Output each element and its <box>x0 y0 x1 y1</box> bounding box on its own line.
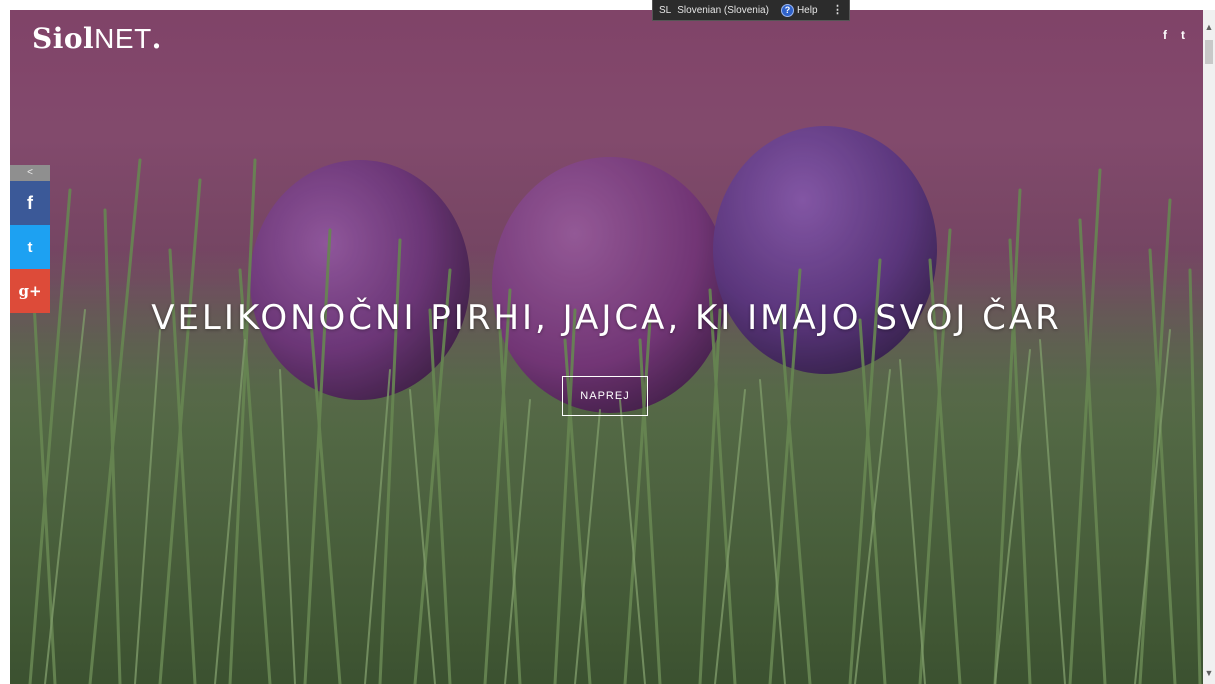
language-toolbar[interactable]: SL Slovenian (Slovenia) ? Help ⋮ <box>652 0 850 21</box>
facebook-icon: f <box>27 192 33 213</box>
twitter-icon[interactable]: t <box>1181 28 1185 42</box>
naprej-button[interactable]: NAPREJ <box>562 376 648 416</box>
logo-normal-text: NET <box>94 23 152 54</box>
language-code: SL <box>659 4 672 16</box>
twitter-icon: t <box>27 238 33 256</box>
share-sidebar-toggle[interactable]: < <box>10 165 50 181</box>
language-name[interactable]: Slovenian (Slovenia) <box>677 5 769 16</box>
scroll-down-arrow-icon[interactable]: ▼ <box>1203 666 1215 680</box>
vertical-scrollbar[interactable]: ▲ ▼ <box>1203 10 1215 684</box>
siolnet-logo[interactable]: SiolNET. <box>32 22 162 55</box>
toolbar-options-icon[interactable]: ⋮ <box>832 5 843 16</box>
scrollbar-thumb[interactable] <box>1205 40 1213 64</box>
help-label[interactable]: Help <box>797 5 818 16</box>
share-facebook-button[interactable]: f <box>10 181 50 225</box>
hero-section: SiolNET. f t < f t g+ VELIKONOČNI PIRHI,… <box>10 10 1203 684</box>
header-social-links: f t <box>1163 28 1185 42</box>
question-circle-icon[interactable]: ? <box>780 3 794 17</box>
hero-background-image <box>10 10 1203 684</box>
scroll-up-arrow-icon[interactable]: ▲ <box>1203 20 1215 34</box>
facebook-icon[interactable]: f <box>1163 28 1167 42</box>
share-twitter-button[interactable]: t <box>10 225 50 269</box>
hero-headline: VELIKONOČNI PIRHI, JAJCA, KI IMAJO SVOJ … <box>151 298 1062 338</box>
logo-dot: . <box>151 22 162 55</box>
logo-bold-text: Siol <box>32 22 95 55</box>
